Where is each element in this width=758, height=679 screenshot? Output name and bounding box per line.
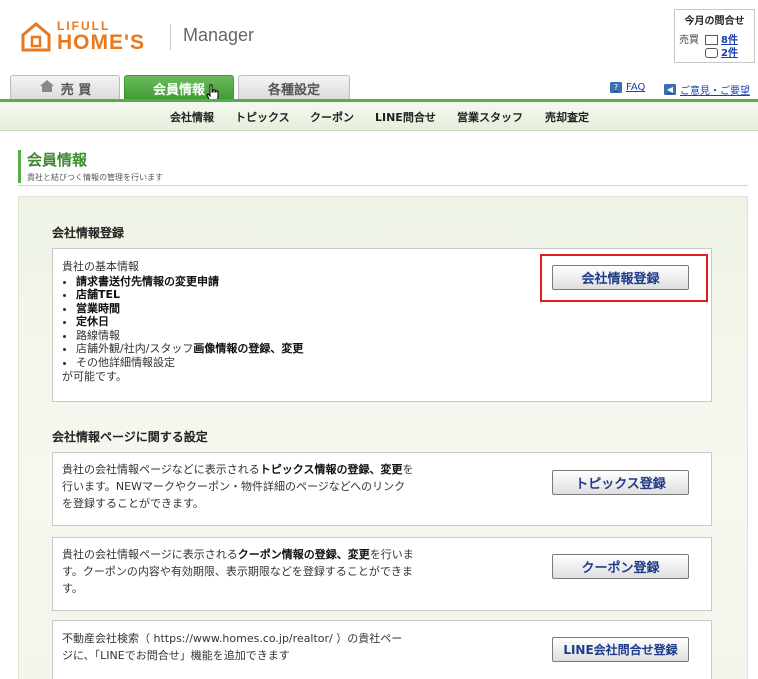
subnav-company-info[interactable]: 会社情報 xyxy=(170,109,214,125)
list-item-text: 店舗TEL xyxy=(76,288,121,301)
subnav-topics[interactable]: トピックス xyxy=(235,109,290,125)
monthly-inquiries-box: 今月の問合せ 売買 8件 2件 xyxy=(674,9,755,63)
inquiries-title: 今月の問合せ xyxy=(684,16,745,27)
section-company-registration-title: 会社情報登録 xyxy=(52,226,125,240)
product-name: Manager xyxy=(183,25,255,45)
list-item: 店舗外観/社内/スタッフ画像情報の登録、変更 xyxy=(76,342,303,356)
tab-sell[interactable]: 売 買 xyxy=(10,75,120,100)
company-info-list: 請求書送付先情報の変更申請 店舗TEL 営業時間 定休日 路線情報 店舗外観/社… xyxy=(62,275,303,370)
list-item: 請求書送付先情報の変更申請 xyxy=(76,275,303,289)
heading-divider xyxy=(18,185,748,186)
list-item: 定休日 xyxy=(76,315,303,329)
list-item-text: 定休日 xyxy=(76,315,109,328)
heading-accent-bar xyxy=(18,150,21,183)
coupon-description: 貴社の会社情報ページに表示されるクーポン情報の登録、変更を行いま す。クーポンの… xyxy=(62,548,414,595)
list-item-text: 店舗外観/社内/スタッフ xyxy=(76,342,194,355)
house-icon xyxy=(39,79,55,97)
subnav-sale-assessment[interactable]: 売却査定 xyxy=(545,109,589,125)
topics-register-button[interactable]: トピックス登録 xyxy=(552,470,689,495)
list-item: 店舗TEL xyxy=(76,288,303,302)
subnav-sales-staff[interactable]: 営業スタッフ xyxy=(457,109,523,125)
list-item-text: その他詳細情報設定 xyxy=(76,355,175,369)
list-item: 路線情報 xyxy=(76,329,303,343)
list-item: 営業時間 xyxy=(76,302,303,316)
topics-description: 貴社の会社情報ページなどに表示されるトピックス情報の登録、変更を 行います。NE… xyxy=(62,463,414,510)
lifull-homes-logo[interactable]: LIFULL HOME'S xyxy=(20,19,160,55)
company-info-description: 貴社の基本情報 請求書送付先情報の変更申請 店舗TEL 営業時間 定休日 路線情… xyxy=(62,259,303,385)
question-icon: ? xyxy=(610,82,622,93)
tab-sell-label: 売 買 xyxy=(60,82,92,98)
inquiries-category-label: 売買 xyxy=(679,35,699,46)
tab-settings-label: 各種設定 xyxy=(267,82,320,98)
line-description: 不動産会社検索（ https://www.homes.co.jp/realtor… xyxy=(62,632,403,662)
house-logo-icon xyxy=(21,22,51,52)
subnav-coupon[interactable]: クーポン xyxy=(310,109,354,125)
tab-member-info-label: 会員情報 xyxy=(152,82,205,98)
tel-inquiries-row: 2件 xyxy=(705,44,738,59)
coupon-register-button[interactable]: クーポン登録 xyxy=(552,554,689,579)
list-item-text: 営業時間 xyxy=(76,301,120,315)
page-title: 会員情報 xyxy=(27,151,88,169)
list-item: その他詳細情報設定 xyxy=(76,356,303,370)
company-info-intro: 貴社の基本情報 xyxy=(62,260,139,273)
page-subtitle: 貴社と結びつく情報の管理を行います xyxy=(27,173,163,182)
subnav-line-inquiry[interactable]: LINE問合せ xyxy=(375,109,436,125)
tel-inquiries-link[interactable]: 2件 xyxy=(721,48,738,59)
feedback-icon: ◀ xyxy=(664,84,676,95)
feedback-link-label: ご意見・ご要望 xyxy=(680,86,750,97)
phone-icon xyxy=(705,48,718,58)
list-item-text: 請求書送付先情報の変更申請 xyxy=(76,274,219,288)
faq-link-label: FAQ xyxy=(626,82,646,93)
section-company-page-settings-title: 会社情報ページに関する設定 xyxy=(52,430,208,444)
feedback-link[interactable]: ◀ ご意見・ご要望 xyxy=(664,82,750,97)
faq-link[interactable]: ? FAQ xyxy=(610,82,645,93)
list-item-text: 路線情報 xyxy=(76,328,120,342)
logo-divider xyxy=(170,24,171,50)
line-inquiry-register-button[interactable]: LINE会社問合せ登録 xyxy=(552,637,689,662)
highlight-box xyxy=(540,254,708,302)
sub-navigation: 会社情報 トピックス クーポン LINE問合せ 営業スタッフ 売却査定 xyxy=(0,102,758,131)
logo-big-text: HOME'S xyxy=(57,31,146,54)
tab-settings[interactable]: 各種設定 xyxy=(238,75,350,100)
company-info-outro: が可能です。 xyxy=(62,370,127,383)
list-item-bold-text: 画像情報の登録、変更 xyxy=(193,342,304,355)
